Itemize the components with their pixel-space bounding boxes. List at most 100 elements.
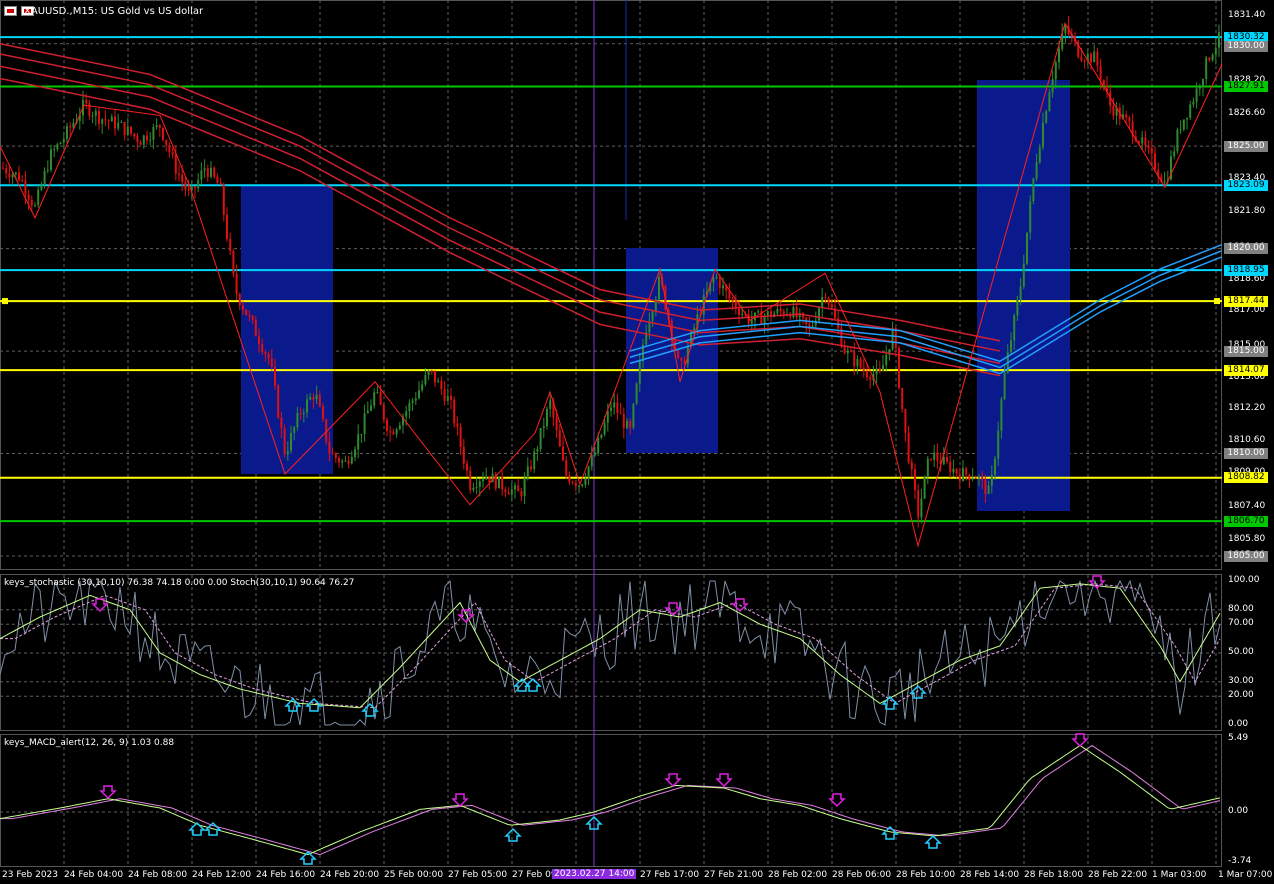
- chart-canvas[interactable]: [0, 0, 1274, 884]
- candle-body: [174, 154, 177, 174]
- candle-body: [779, 308, 782, 312]
- candle-body: [658, 277, 660, 300]
- candle-body: [1054, 62, 1057, 80]
- macd-main-line: [0, 744, 1221, 856]
- candle-body: [427, 370, 430, 376]
- candle-body: [1019, 286, 1022, 301]
- stochastic-signal-line: [0, 583, 1221, 709]
- time-tick-label: 24 Feb 20:00: [320, 870, 380, 880]
- candle-body: [1000, 399, 1003, 431]
- candle-body: [280, 417, 283, 429]
- candle-body: [2, 167, 4, 169]
- price-level-tag: 1806.70: [1224, 515, 1268, 527]
- candle-body: [66, 126, 68, 139]
- candle-body: [114, 116, 116, 129]
- candle-body: [50, 149, 52, 170]
- candle-body: [450, 396, 452, 400]
- price-tick-label: 1831.40: [1228, 10, 1266, 20]
- candle-body: [603, 422, 606, 435]
- candle-body: [1182, 119, 1185, 130]
- candle-body: [248, 314, 251, 316]
- candle-body: [165, 139, 168, 146]
- candle-body: [1064, 25, 1067, 34]
- macd-signal-line: [0, 744, 1221, 856]
- candle-body: [475, 486, 478, 488]
- price-level-tag: 1818.95: [1224, 264, 1268, 276]
- candle-body: [133, 133, 136, 137]
- candle-body: [1195, 88, 1198, 102]
- candle-body: [968, 474, 971, 480]
- candle-body: [469, 470, 472, 490]
- candle-body: [1032, 178, 1035, 202]
- candle-body: [914, 469, 916, 491]
- buy-arrow-icon: [299, 850, 317, 865]
- candle-body: [542, 426, 545, 428]
- candle-body: [1189, 104, 1192, 118]
- candle-body: [510, 489, 513, 495]
- candle-body: [203, 168, 206, 171]
- candle-body: [254, 319, 257, 337]
- candle-body: [171, 152, 174, 155]
- candle-body: [146, 135, 148, 141]
- candle-body: [965, 468, 968, 475]
- candle-body: [37, 189, 40, 206]
- candle-body: [1016, 300, 1019, 316]
- candle-body: [210, 167, 212, 177]
- candle-body: [920, 498, 923, 518]
- candle-body: [843, 346, 846, 354]
- candle-body: [578, 485, 580, 487]
- candle-body: [1083, 60, 1086, 62]
- candle-body: [453, 399, 456, 424]
- candle-body: [1205, 57, 1208, 80]
- candle-body: [971, 477, 974, 480]
- candle-body: [296, 413, 299, 428]
- candle-body: [866, 371, 868, 378]
- candle-body: [88, 103, 91, 117]
- candle-body: [40, 185, 43, 190]
- candle-body: [1186, 117, 1188, 120]
- candle-body: [123, 121, 126, 135]
- candle-body: [1214, 47, 1217, 55]
- candle-body: [251, 315, 254, 320]
- price-level-tag: 1810.00: [1224, 448, 1268, 460]
- candle-body: [933, 452, 936, 460]
- candle-body: [587, 466, 590, 480]
- candle-body: [520, 491, 523, 497]
- candle-body: [414, 398, 417, 401]
- stoch-tick-label: 80.00: [1228, 603, 1254, 614]
- candle-body: [373, 392, 376, 406]
- cursor-time-label: 2023.02.27 14:00: [552, 869, 637, 879]
- candle-body: [1010, 340, 1012, 353]
- candle-body: [446, 396, 449, 401]
- candle-body: [293, 427, 296, 433]
- chart-icon[interactable]: [4, 6, 17, 16]
- candle-body: [885, 354, 888, 366]
- candle-body: [290, 432, 292, 451]
- candle-body: [997, 430, 1000, 459]
- candle-body: [184, 181, 187, 190]
- candle-body: [277, 385, 280, 418]
- candle-body: [91, 115, 94, 117]
- candle-body: [600, 434, 603, 439]
- candle-body: [155, 124, 158, 127]
- candle-body: [1144, 137, 1147, 146]
- candle-body: [846, 350, 849, 354]
- candle-body: [411, 400, 414, 403]
- candle-body: [1096, 51, 1099, 66]
- candle-body: [386, 419, 388, 432]
- candle-body: [1003, 372, 1006, 400]
- candle-body: [283, 428, 286, 455]
- time-tick-label: 24 Feb 12:00: [192, 870, 252, 880]
- candle-body: [478, 481, 481, 487]
- candle-body: [1218, 32, 1220, 48]
- candle-body: [126, 126, 129, 135]
- candle-body: [1051, 79, 1054, 93]
- candle-body: [952, 468, 955, 473]
- level-handle-left: [2, 298, 8, 305]
- buy-arrow-icon: [361, 702, 379, 717]
- candle-body: [818, 308, 820, 321]
- candle-body: [1147, 145, 1150, 149]
- candle-body: [616, 402, 619, 414]
- stochastic-indicator-label: keys_stochastic (30,10,10) 76.38 74.18 0…: [4, 578, 355, 588]
- sell-arrow-icon: [715, 773, 733, 788]
